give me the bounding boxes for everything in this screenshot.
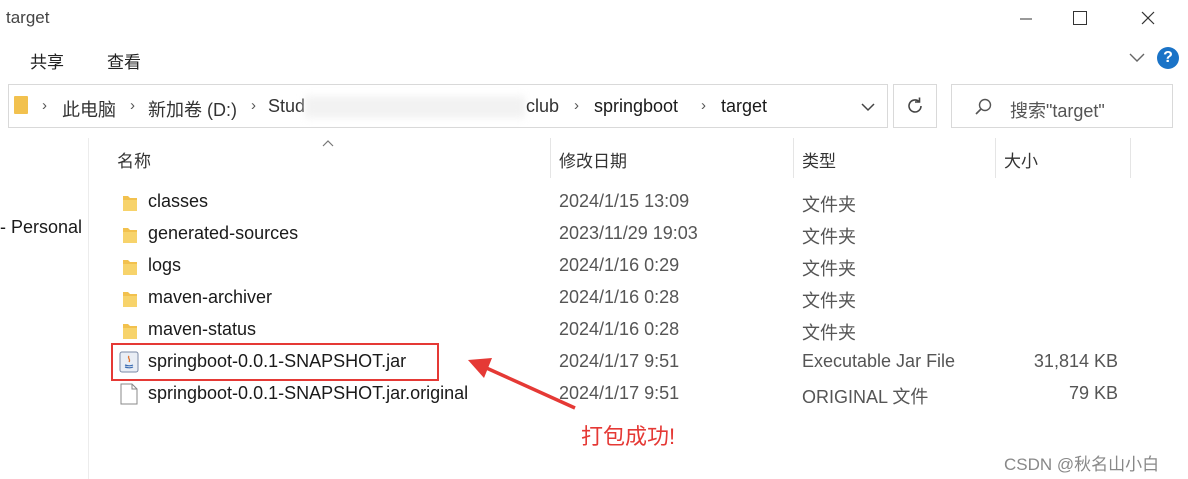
folder-icon [123,196,137,211]
file-type: 文件夹 [802,323,856,343]
crumb-springboot[interactable]: springboot [594,96,678,117]
highlight-box [111,343,439,381]
file-type: 文件夹 [802,259,856,279]
file-name: classes [148,191,209,211]
file-size: 31,814 KB [1033,351,1118,371]
file-modified: 2024/1/16 0:29 [559,255,680,275]
column-divider[interactable] [995,138,996,178]
crumb-target[interactable]: target [721,96,767,117]
chevron-right-icon: › [42,97,47,114]
minimize-icon [1020,18,1032,20]
file-modified: 2024/1/15 13:09 [559,191,690,211]
refresh-icon [908,97,922,113]
window-title: target [6,8,50,27]
file-name: logs [148,255,182,275]
column-divider[interactable] [550,138,551,178]
search-icon [975,98,992,115]
annotation-text: 打包成功! [581,424,676,449]
file-type: ORIGINAL 文件 [802,387,929,407]
minimize-button[interactable] [1003,0,1049,36]
folder-icon [123,292,137,307]
sort-ascending-icon [322,134,334,152]
folder-icon [123,260,137,275]
redacted-path [305,96,525,118]
file-name: maven-status [148,319,257,339]
crumb-this-pc[interactable]: 此电脑 [62,96,116,122]
column-name[interactable]: 名称 [117,147,151,172]
crumb-club[interactable]: club [526,96,559,117]
file-name: maven-archiver [148,287,273,307]
refresh-button[interactable] [893,84,937,128]
help-icon: ? [1163,49,1173,66]
folder-icon [14,96,28,114]
annotation-arrow-icon [468,358,576,410]
chevron-right-icon: › [130,97,135,114]
file-modified: 2024/1/16 0:28 [559,319,680,339]
file-type: 文件夹 [802,227,856,247]
file-size: 79 KB [1068,383,1118,403]
column-divider[interactable] [1130,138,1131,178]
file-row[interactable]: generated-sources 2023/11/29 19:03 文件夹 [110,218,1170,250]
column-type[interactable]: 类型 [802,147,836,172]
file-row[interactable]: maven-archiver 2024/1/16 0:28 文件夹 [110,282,1170,314]
maximize-button[interactable] [1057,0,1103,36]
crumb-drive[interactable]: 新加卷 (D:) [148,96,237,122]
folder-icon [123,228,137,243]
column-size[interactable]: 大小 [1004,147,1038,172]
chevron-down-icon [861,103,875,112]
pane-divider [88,138,89,479]
file-row[interactable]: classes 2024/1/15 13:09 文件夹 [110,186,1170,218]
file-modified: 2024/1/16 0:28 [559,287,680,307]
ribbon-expand-button[interactable] [1128,50,1146,69]
file-type: 文件夹 [802,291,856,311]
file-modified: 2023/11/29 19:03 [559,223,698,243]
close-icon [1141,11,1155,25]
tab-share[interactable]: 共享 [30,48,64,73]
chevron-right-icon: › [574,97,579,114]
help-button[interactable]: ? [1157,47,1179,69]
file-row[interactable]: maven-status 2024/1/16 0:28 文件夹 [110,314,1170,346]
search-placeholder: 搜索"target" [1010,101,1105,121]
address-dropdown-button[interactable] [860,100,876,118]
file-row[interactable]: logs 2024/1/16 0:29 文件夹 [110,250,1170,282]
chevron-right-icon: › [701,97,706,114]
chevron-right-icon: › [251,97,256,114]
column-divider[interactable] [793,138,794,178]
file-icon [120,383,138,405]
tab-view[interactable]: 查看 [107,48,141,73]
file-type: 文件夹 [802,195,856,215]
file-type: Executable Jar File [802,351,956,371]
file-name: springboot-0.0.1-SNAPSHOT.jar.original [148,383,469,403]
search-input[interactable]: 搜索"target" [951,84,1173,128]
watermark: CSDN @秋名山小白 [1004,455,1160,474]
column-modified[interactable]: 修改日期 [559,147,627,172]
chevron-down-icon [1129,53,1145,62]
maximize-icon [1073,11,1087,25]
crumb-stud[interactable]: Stud [268,96,305,117]
folder-icon [123,324,137,339]
close-button[interactable] [1125,0,1171,36]
nav-item-personal[interactable]: - Personal [0,217,82,238]
file-name: generated-sources [148,223,299,243]
file-row[interactable]: springboot-0.0.1-SNAPSHOT.jar.original 2… [110,378,1170,410]
